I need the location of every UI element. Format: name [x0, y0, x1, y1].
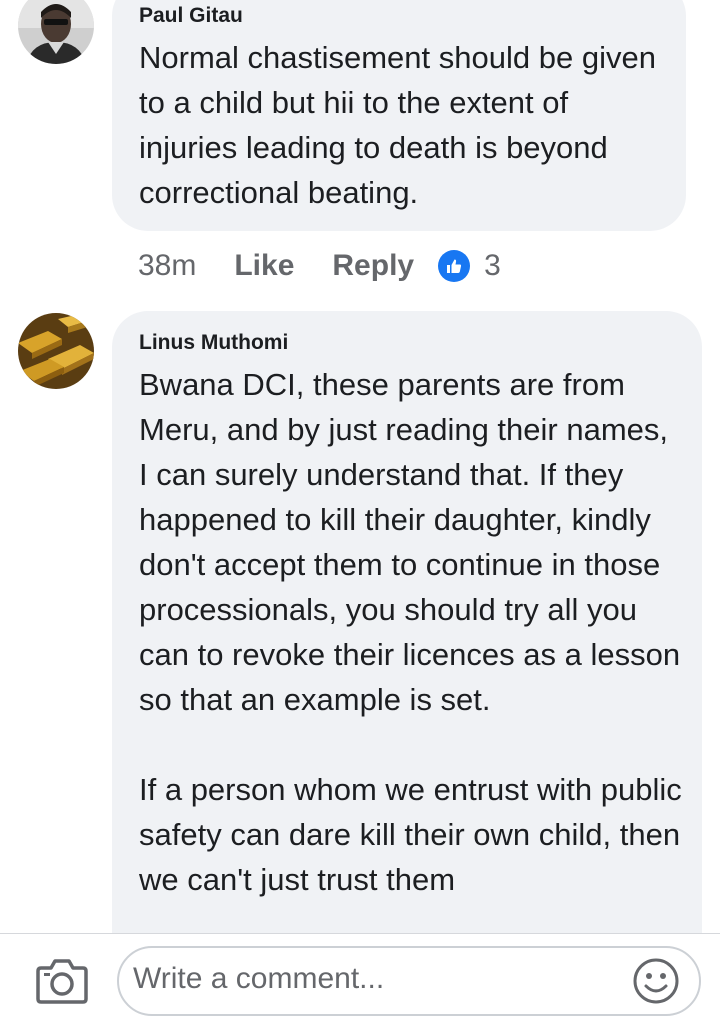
comment-paragraph: If a person whom we entrust with public …	[139, 772, 682, 897]
comment-input[interactable]: Write a comment...	[117, 946, 701, 1016]
comment-paragraph: Normal chastisement should be given to a…	[139, 40, 656, 210]
avatar-paul-gitau[interactable]	[18, 0, 94, 64]
comments-list: Paul Gitau Normal chastisement should be…	[0, 0, 720, 933]
comment-composer: Write a comment...	[0, 933, 720, 1027]
comment-actions: 38m Like Reply 3	[138, 244, 501, 288]
comment-time: 38m	[138, 249, 197, 282]
reactions-count[interactable]: 3	[484, 249, 501, 283]
camera-button[interactable]	[36, 958, 88, 1004]
comment-bubble: Paul Gitau Normal chastisement should be…	[112, 0, 686, 231]
user-avatar-icon	[18, 0, 94, 64]
comment-text: Bwana DCI, these parents are from Meru, …	[139, 362, 682, 902]
reply-button[interactable]: Reply	[332, 249, 414, 283]
smiley-icon	[633, 958, 679, 1004]
comment-author[interactable]: Paul Gitau	[139, 4, 243, 28]
comment-input-placeholder: Write a comment...	[133, 962, 385, 995]
comment-text: Normal chastisement should be given to a…	[139, 35, 666, 215]
comment-paragraph: Bwana DCI, these parents are from Meru, …	[139, 367, 681, 717]
emoji-button[interactable]	[631, 956, 681, 1006]
gold-bars-avatar-icon	[18, 313, 94, 389]
like-button[interactable]: Like	[234, 249, 294, 283]
comment-author[interactable]: Linus Muthomi	[139, 331, 288, 355]
thumbs-up-icon[interactable]	[438, 250, 471, 282]
avatar-linus-muthomi[interactable]	[18, 313, 94, 389]
comment-bubble: Linus Muthomi Bwana DCI, these parents a…	[112, 311, 702, 933]
camera-icon	[36, 959, 88, 1004]
